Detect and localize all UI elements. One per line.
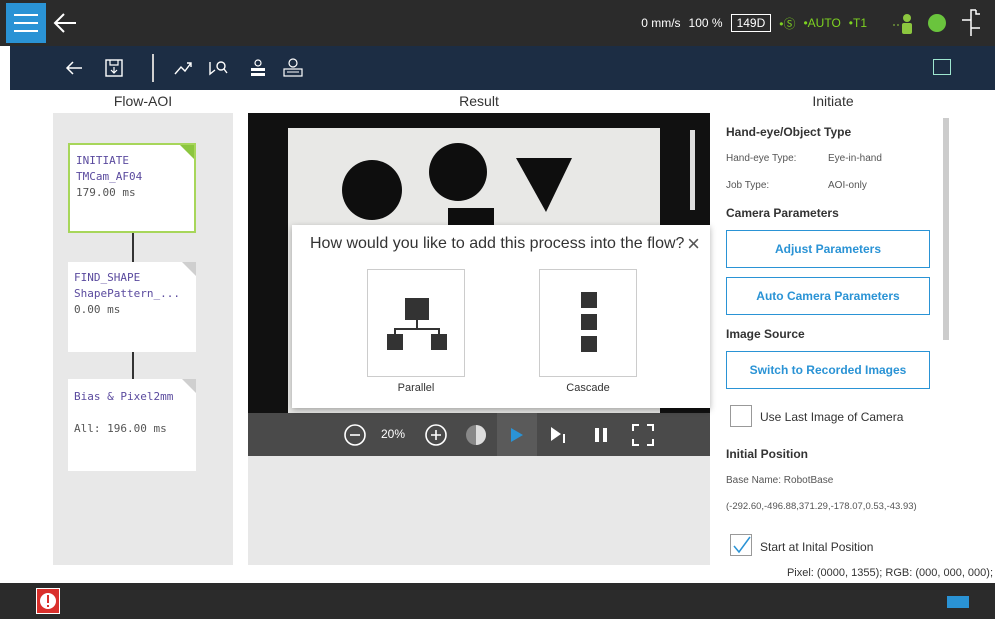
job-type-value: AOI-only bbox=[828, 180, 867, 191]
zoom-out-icon[interactable] bbox=[343, 423, 367, 447]
card-type: Bias & Pixel2mm bbox=[74, 390, 174, 403]
zoom-in-icon[interactable] bbox=[424, 423, 448, 447]
handeye-section-title: Hand-eye/Object Type bbox=[726, 125, 852, 139]
camera-stack-icon[interactable] bbox=[248, 58, 268, 78]
toolbar bbox=[10, 46, 995, 90]
add-process-dialog: How would you like to add this process i… bbox=[292, 225, 710, 408]
base-name: Base Name: RobotBase bbox=[726, 475, 834, 486]
io-connector-icon[interactable] bbox=[960, 8, 982, 38]
card-corner bbox=[182, 262, 196, 276]
close-icon[interactable]: × bbox=[687, 231, 700, 257]
pixel-info: Pixel: (0000, 1355); RGB: (000, 000, 000… bbox=[786, 567, 993, 579]
fullscreen-icon[interactable] bbox=[632, 424, 654, 446]
camera-section-title: Camera Parameters bbox=[726, 206, 839, 220]
zoom-level: 20% bbox=[381, 427, 406, 441]
play-icon[interactable] bbox=[510, 427, 524, 443]
bottom-bar bbox=[0, 583, 995, 619]
use-last-image-checkbox[interactable] bbox=[730, 405, 752, 427]
parallel-shape bbox=[387, 334, 403, 350]
image-scrollbar[interactable] bbox=[690, 130, 695, 210]
adjust-parameters-button[interactable]: Adjust Parameters bbox=[726, 230, 930, 268]
step-forward-icon[interactable] bbox=[550, 426, 568, 444]
parallel-shape bbox=[416, 320, 418, 328]
pause-icon[interactable] bbox=[594, 427, 608, 443]
use-last-image-label: Use Last Image of Camera bbox=[760, 410, 904, 424]
flow-connector bbox=[132, 352, 134, 380]
card-time: All: 196.00 ms bbox=[74, 422, 167, 435]
position-coordinates: (-292.60,-496.88,371.29,-178.07,0.53,-43… bbox=[726, 501, 917, 512]
image-source-title: Image Source bbox=[726, 327, 805, 341]
trend-icon[interactable] bbox=[173, 58, 193, 78]
initiate-panel-title: Initiate bbox=[812, 93, 854, 109]
parallel-shape bbox=[394, 328, 440, 330]
vision-job-icon[interactable] bbox=[282, 58, 304, 78]
card-type: FIND_SHAPE bbox=[74, 271, 141, 284]
flow-card-initiate[interactable]: INITIATE TMCam_AF04 179.00 ms bbox=[68, 143, 196, 233]
viewer-controls: 20% bbox=[248, 413, 710, 456]
start-at-initial-position-checkbox[interactable] bbox=[730, 534, 752, 556]
flow-connector bbox=[132, 233, 134, 263]
dialog-question: How would you like to add this process i… bbox=[310, 235, 685, 252]
parallel-option[interactable] bbox=[367, 269, 465, 377]
card-time: 0.00 ms bbox=[74, 303, 121, 316]
speed-percent: 100 % bbox=[688, 16, 723, 30]
start-at-initial-position-label: Start at Inital Position bbox=[760, 540, 874, 554]
card-name: TMCam_AF04 bbox=[76, 170, 143, 183]
job-type-key: Job Type: bbox=[726, 180, 770, 191]
flow-panel-title: Flow-AOI bbox=[113, 93, 173, 109]
keyboard-icon[interactable] bbox=[947, 596, 969, 608]
project-code-badge[interactable]: 149D bbox=[730, 14, 772, 32]
parallel-shape bbox=[431, 334, 447, 350]
robot-user-icon[interactable] bbox=[893, 13, 913, 35]
parallel-shape bbox=[405, 298, 429, 320]
initial-position-title: Initial Position bbox=[726, 447, 809, 461]
checkmark-icon bbox=[733, 536, 751, 554]
mode-indicator: •Ⓢ bbox=[779, 16, 796, 31]
save-icon[interactable] bbox=[104, 58, 124, 78]
card-corner bbox=[182, 379, 196, 393]
card-time: 179.00 ms bbox=[76, 186, 136, 199]
switch-recorded-images-button[interactable]: Switch to Recorded Images bbox=[726, 351, 930, 389]
flow-card-find-shape[interactable]: FIND_SHAPE ShapePattern_... 0.00 ms bbox=[68, 262, 196, 352]
toolbar-separator bbox=[152, 54, 154, 82]
speed-readout: 0 mm/s bbox=[641, 16, 681, 30]
top-bar: 0 mm/s 100 % 149D •Ⓢ •AUTO •T1 bbox=[0, 0, 995, 46]
auto-mode-indicator: •AUTO bbox=[803, 16, 841, 30]
flow-card-bias-pixel2mm[interactable]: Bias & Pixel2mm All: 196.00 ms bbox=[68, 379, 196, 471]
status-light-icon bbox=[928, 14, 946, 32]
handeye-type-key: Hand-eye Type: bbox=[726, 153, 797, 164]
pick-point-icon[interactable] bbox=[206, 58, 228, 78]
parallel-label: Parallel bbox=[397, 382, 435, 394]
back-arrow-icon[interactable] bbox=[52, 10, 78, 36]
cascade-shape bbox=[581, 292, 597, 308]
toolbar-back-icon[interactable] bbox=[64, 58, 84, 78]
handeye-type-value: Eye-in-hand bbox=[828, 153, 882, 164]
contrast-icon[interactable] bbox=[464, 423, 488, 447]
card-name: ShapePattern_... bbox=[74, 287, 180, 300]
cascade-shape bbox=[581, 336, 597, 352]
cascade-shape bbox=[581, 314, 597, 330]
tool-indicator: •T1 bbox=[848, 16, 867, 30]
cascade-option[interactable] bbox=[539, 269, 637, 377]
result-panel-title: Result bbox=[459, 93, 499, 109]
error-alert-icon[interactable] bbox=[36, 588, 60, 614]
initiate-scrollbar[interactable] bbox=[943, 118, 949, 340]
cascade-label: Cascade bbox=[566, 382, 610, 394]
auto-camera-parameters-button[interactable]: Auto Camera Parameters bbox=[726, 277, 930, 315]
card-corner bbox=[180, 145, 194, 159]
status-bar: 0 mm/s 100 % 149D •Ⓢ •AUTO •T1 bbox=[641, 0, 867, 46]
card-type: INITIATE bbox=[76, 154, 129, 167]
hamburger-menu-button[interactable] bbox=[6, 3, 46, 43]
fit-view-icon[interactable] bbox=[933, 59, 951, 75]
